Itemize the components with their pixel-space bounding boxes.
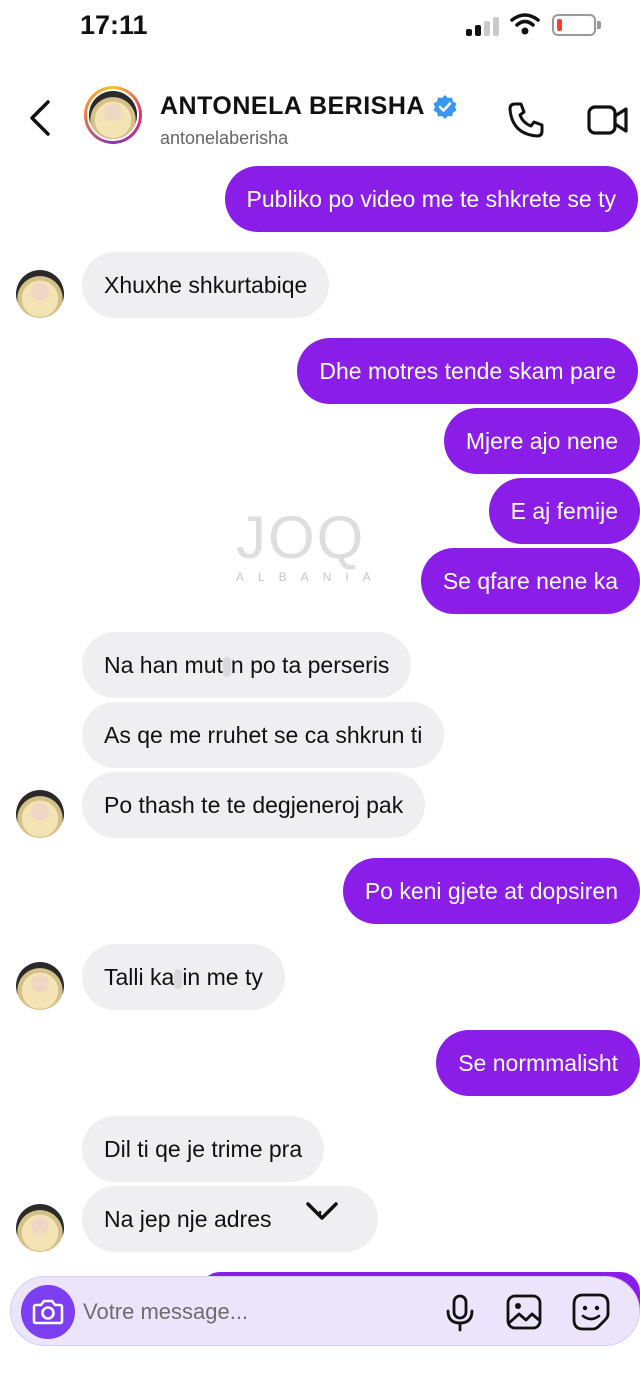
message-sent[interactable]: Po keni gjete at dopsiren: [342, 858, 640, 924]
video-camera-icon[interactable]: [586, 102, 630, 138]
message-text: Na jep nje adres: [104, 1206, 272, 1232]
phone-icon[interactable]: [506, 100, 546, 140]
status-bar: 17:11: [0, 0, 640, 60]
message-text: Talli ka: [104, 964, 175, 990]
message-text: Na han mut: [104, 652, 223, 678]
message-input[interactable]: [83, 1289, 413, 1335]
header-avatar[interactable]: [84, 86, 142, 144]
sticker-icon[interactable]: [571, 1292, 611, 1332]
signal-icon: [466, 16, 502, 36]
message-received[interactable]: Xhuxhe shkurtabiqe: [82, 252, 330, 318]
message-received[interactable]: Talli ka in me ty: [82, 944, 285, 1010]
contact-avatar[interactable]: [16, 962, 64, 1010]
contact-avatar[interactable]: [16, 270, 64, 318]
message-received[interactable]: Na han mut n po ta perseris: [82, 632, 412, 698]
watermark-logo: JOQ ALBANIA: [236, 504, 385, 585]
message-sent[interactable]: Dhe motres tende skam pare: [297, 338, 638, 404]
contact-name[interactable]: ANTONELA BERISHA: [160, 92, 425, 121]
contact-avatar[interactable]: [16, 1204, 64, 1252]
camera-icon: [32, 1299, 64, 1325]
chevron-down-icon[interactable]: [302, 1196, 342, 1226]
contact-username: antonelaberisha: [160, 128, 289, 148]
verified-badge-icon: [433, 95, 457, 119]
message-text: in me ty: [182, 964, 263, 990]
redacted-mark: [222, 656, 231, 677]
back-arrow-icon[interactable]: [24, 98, 58, 138]
wifi-icon: [510, 13, 540, 35]
message-text: n po ta perseris: [230, 652, 390, 678]
contact-avatar[interactable]: [16, 790, 64, 838]
gallery-icon[interactable]: [505, 1293, 543, 1331]
message-sent[interactable]: Se qfare nene ka: [420, 548, 640, 614]
message-sent[interactable]: Se normmalisht: [436, 1030, 640, 1096]
message-composer: [10, 1276, 640, 1346]
status-time: 17:11: [80, 10, 148, 40]
message-sent[interactable]: Mjere ajo nene: [443, 408, 640, 474]
message-received[interactable]: Dil ti qe je trime pra: [82, 1116, 325, 1182]
microphone-icon[interactable]: [443, 1293, 477, 1333]
message-received[interactable]: Po thash te te degjeneroj pak: [82, 772, 426, 838]
battery-icon: [552, 14, 601, 36]
chat-header: ANTONELA BERISHA antonelaberisha: [0, 64, 640, 164]
message-sent[interactable]: Publiko po video me te shkrete se ty: [224, 166, 638, 232]
message-sent[interactable]: E aj femije: [488, 478, 640, 544]
camera-button[interactable]: [21, 1285, 75, 1339]
message-received[interactable]: As qe me rruhet se ca shkrun ti: [82, 702, 445, 768]
